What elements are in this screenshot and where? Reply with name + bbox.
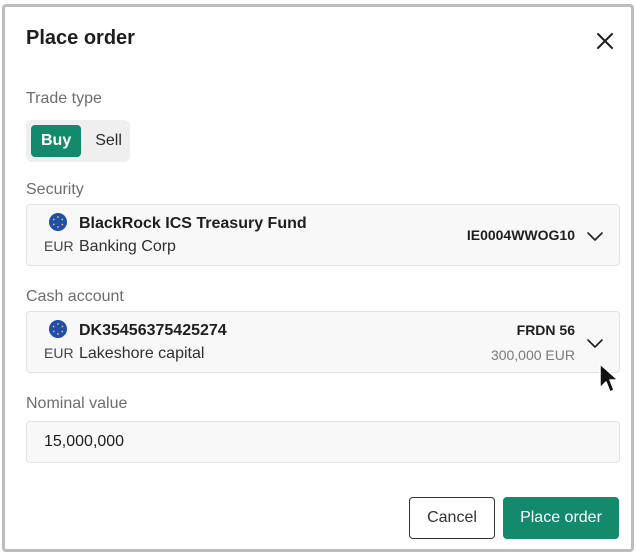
eu-flag-icon <box>49 320 67 338</box>
trade-type-toggle: Buy Sell <box>26 120 130 162</box>
eu-flag-icon <box>49 213 67 231</box>
security-issuer: Banking Corp <box>79 238 176 255</box>
chevron-down-icon <box>587 339 603 348</box>
chevron-down-icon <box>587 232 603 241</box>
nominal-value-label: Nominal value <box>26 395 128 412</box>
trade-type-buy[interactable]: Buy <box>31 125 82 157</box>
cash-account-select[interactable]: EUR DK35456375425274 Lakeshore capital F… <box>26 311 620 373</box>
security-select[interactable]: EUR BlackRock ICS Treasury Fund Banking … <box>26 204 620 266</box>
cash-account-code: FRDN 56 <box>516 322 575 338</box>
dialog-title: Place order <box>26 27 135 49</box>
security-label: Security <box>26 181 84 198</box>
trade-type-label: Trade type <box>26 90 102 107</box>
cash-account-holder: Lakeshore capital <box>79 345 205 362</box>
nominal-value-input[interactable] <box>26 421 620 463</box>
place-order-button[interactable]: Place order <box>503 497 619 539</box>
cash-account-iban: DK35456375425274 <box>79 322 227 339</box>
security-name: BlackRock ICS Treasury Fund <box>79 215 307 232</box>
place-order-dialog: Place order Trade type Buy Sell Security… <box>2 4 634 552</box>
close-button[interactable] <box>593 29 617 53</box>
security-currency: EUR <box>44 238 74 254</box>
trade-type-sell[interactable]: Sell <box>85 125 132 157</box>
security-isin: IE0004WWOG10 <box>466 227 575 243</box>
cancel-button[interactable]: Cancel <box>409 497 495 539</box>
cash-account-currency: EUR <box>44 345 74 361</box>
close-icon <box>597 33 613 49</box>
cash-account-balance: 300,000 EUR <box>490 347 575 363</box>
cash-account-label: Cash account <box>26 288 124 305</box>
